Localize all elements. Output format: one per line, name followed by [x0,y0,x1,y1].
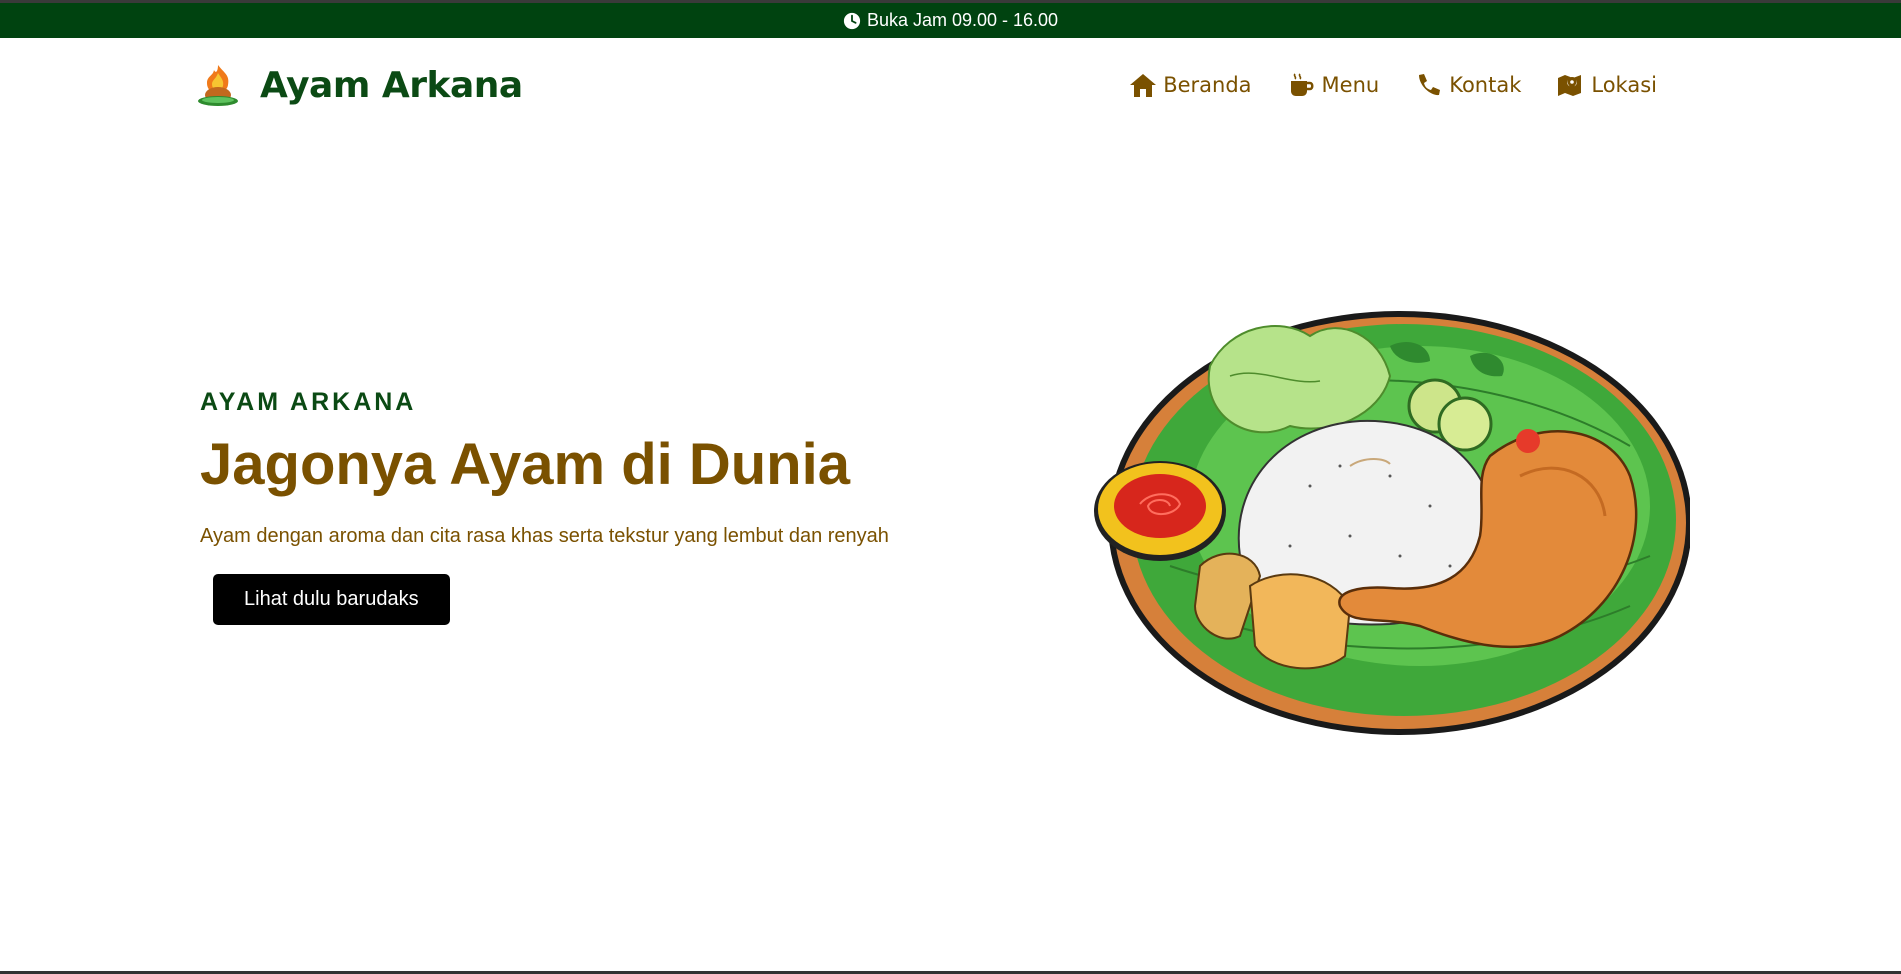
nav-item-kontak[interactable]: Kontak [1415,72,1521,98]
opening-hours-bar: Buka Jam 09.00 - 16.00 [0,0,1901,38]
nav-item-label: Lokasi [1591,73,1657,97]
opening-hours-text: Buka Jam 09.00 - 16.00 [866,10,1059,30]
hero-eyebrow: AYAM ARKANA [200,388,417,416]
clock-icon [843,12,861,30]
brand[interactable]: Ayam Arkana [194,60,523,110]
nasi-ayam-plate-illustration [1094,311,1690,735]
landing-page: Buka Jam 09.00 - 16.00 Ayam Arkana Beran… [0,0,1901,974]
brand-name: Ayam Arkana [260,64,523,106]
nav-item-label: Kontak [1449,73,1522,97]
map-marker-icon [1558,75,1582,96]
nav-item-label: Beranda [1163,73,1252,97]
roast-chicken-logo [198,65,238,106]
nav-item-label: Menu [1321,73,1380,97]
coffee-cup-icon [1290,73,1314,96]
hero-headline: Jagonya Ayam di Dunia [200,432,850,497]
hero-content: AYAM ARKANA Jagonya Ayam di Dunia Ayam d… [200,388,960,625]
main-nav: Beranda Menu Kontak Lokasi [1129,72,1657,98]
phone-icon [1419,74,1441,96]
nav-item-lokasi[interactable]: Lokasi [1557,72,1657,98]
nav-item-menu[interactable]: Menu [1288,72,1380,98]
cta-button[interactable]: Lihat dulu barudaks [213,573,450,625]
home-icon [1130,74,1157,97]
hero-tagline: Ayam dengan aroma dan cita rasa khas ser… [200,524,889,547]
nav-item-beranda[interactable]: Beranda [1129,72,1252,98]
site-header: Ayam Arkana Beranda Menu Kontak Lokasi [0,38,1901,136]
